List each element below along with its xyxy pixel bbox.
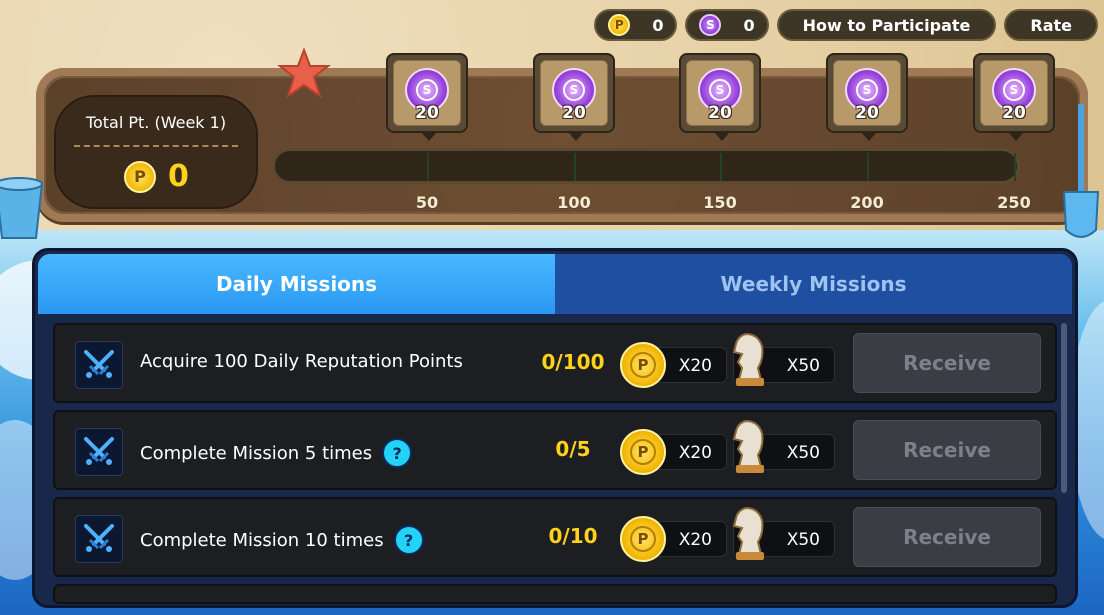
coin-reward: P X20 xyxy=(620,516,727,562)
knight-reward-amount: X50 xyxy=(786,443,820,463)
mission-row: Complete Mission 10 times? 0/10 P X20 X50 Rec… xyxy=(53,497,1057,577)
mission-progress: 0/100 xyxy=(541,350,605,374)
mission-row xyxy=(53,584,1057,604)
milestone-threshold-label: 50 xyxy=(415,193,439,212)
p-coin-icon: P xyxy=(608,14,631,36)
mission-panel: Daily Missions Weekly Missions Acquire 1… xyxy=(32,248,1078,608)
scrollbar[interactable] xyxy=(1061,323,1067,493)
milestone-reward-amount: 20 xyxy=(562,103,586,123)
rate-button[interactable]: Rate xyxy=(1004,9,1098,41)
milestone-threshold-label: 200 xyxy=(850,193,884,212)
p-coin-icon: P xyxy=(620,342,666,388)
milestone-threshold-label: 250 xyxy=(997,193,1031,212)
receive-button[interactable]: Receive xyxy=(853,507,1041,567)
tab-weekly-missions[interactable]: Weekly Missions xyxy=(555,254,1072,314)
top-bar: P 0 S 0 How to Participate Rate xyxy=(594,9,1098,41)
s-coin-icon: S xyxy=(699,14,722,36)
p-coin-count: 0 xyxy=(652,15,664,35)
p-coin-counter: P 0 xyxy=(594,9,678,41)
milestone-reward-box[interactable]: S 20 xyxy=(386,53,468,141)
how-to-participate-button[interactable]: How to Participate xyxy=(776,9,997,41)
knight-reward: X50 xyxy=(732,419,835,473)
milestone-reward-amount: 20 xyxy=(415,103,439,123)
milestone-tick-line xyxy=(427,153,429,181)
crossed-swords-icon xyxy=(75,341,123,389)
progress-track xyxy=(272,148,1020,184)
receive-button[interactable]: Receive xyxy=(853,333,1041,393)
s-coin-counter: S 0 xyxy=(685,9,769,41)
mission-label: Complete Mission 10 times xyxy=(140,529,384,551)
milestone-reward-box[interactable]: S 20 xyxy=(679,53,761,141)
receive-button[interactable]: Receive xyxy=(853,420,1041,480)
s-coin-count: 0 xyxy=(743,15,755,35)
total-points-label: Total Pt. (Week 1) xyxy=(85,113,227,132)
mission-row: Complete Mission 5 times? 0/5 P X20 X50 Recei… xyxy=(53,410,1057,490)
milestone-tick-line xyxy=(574,153,576,181)
milestone-reward-box[interactable]: S 20 xyxy=(826,53,908,141)
starfish-icon xyxy=(277,48,331,99)
milestone-tick-line xyxy=(720,153,722,181)
milestone-reward-box[interactable]: S 20 xyxy=(973,53,1055,141)
p-coin-icon: P xyxy=(620,429,666,475)
knight-reward-amount: X50 xyxy=(786,356,820,376)
milestone-tick-line xyxy=(1014,153,1016,181)
coin-reward: P X20 xyxy=(620,342,727,388)
mission-progress: 0/5 xyxy=(555,437,591,461)
help-icon[interactable]: ? xyxy=(393,525,424,555)
knight-reward: X50 xyxy=(732,332,835,386)
mission-row: Acquire 100 Daily Reputation Points 0/100… xyxy=(53,323,1057,403)
milestone-reward-box[interactable]: S 20 xyxy=(533,53,615,141)
help-icon[interactable]: ? xyxy=(382,438,413,468)
coin-reward-amount: X20 xyxy=(678,443,712,463)
coin-reward: P X20 xyxy=(620,429,727,475)
mission-label: Complete Mission 5 times xyxy=(140,442,373,464)
total-points-panel: Total Pt. (Week 1) P 0 xyxy=(54,95,258,209)
milestone-reward-amount: 20 xyxy=(855,103,879,123)
tab-daily-missions[interactable]: Daily Missions xyxy=(38,254,555,314)
milestone-threshold-label: 150 xyxy=(703,193,737,212)
crossed-swords-icon xyxy=(75,515,123,563)
milestone-reward-amount: 20 xyxy=(708,103,732,123)
total-points-value: 0 xyxy=(168,159,189,194)
p-coin-icon: P xyxy=(124,160,156,193)
milestone-reward-amount: 20 xyxy=(1002,103,1026,123)
bucket-icon xyxy=(0,177,44,239)
knight-reward: X50 xyxy=(732,506,835,560)
p-coin-icon: P xyxy=(620,516,666,562)
crossed-swords-icon xyxy=(75,428,123,476)
mission-label: Acquire 100 Daily Reputation Points xyxy=(140,351,463,372)
knight-reward-amount: X50 xyxy=(786,530,820,550)
mission-progress: 0/10 xyxy=(548,524,598,548)
milestone-tick-line xyxy=(867,153,869,181)
milestone-threshold-label: 100 xyxy=(557,193,591,212)
coin-reward-amount: X20 xyxy=(678,530,712,550)
shovel-icon xyxy=(1062,104,1100,238)
coin-reward-amount: X20 xyxy=(678,356,712,376)
